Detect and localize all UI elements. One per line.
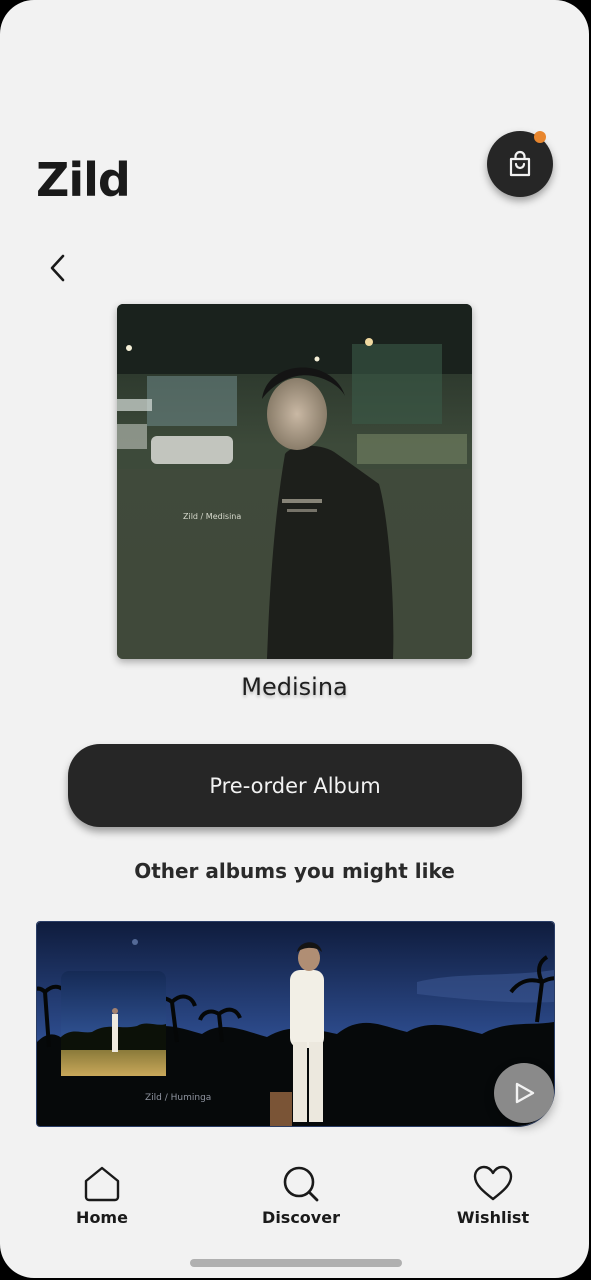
recommended-album-art: Zild / Huminga (37, 922, 554, 1126)
play-icon (515, 1082, 535, 1104)
recommended-album-card[interactable]: Zild / Huminga (36, 921, 555, 1127)
album-cover-art: Zild / Medisina (117, 304, 472, 659)
nav-item-home[interactable]: Home (32, 1164, 172, 1227)
nav-item-discover[interactable]: Discover (231, 1164, 371, 1227)
shopping-bag-icon (509, 150, 531, 177)
cart-notification-badge (534, 131, 546, 143)
nav-label-discover: Discover (262, 1208, 340, 1227)
back-button[interactable] (38, 248, 78, 288)
recommended-album-caption: Zild / Huminga (145, 1093, 211, 1103)
preorder-album-button[interactable]: Pre-order Album (68, 744, 522, 827)
play-button[interactable] (494, 1063, 554, 1123)
app-screen: Zild Zild / Medisina Medisina Pre-order … (0, 0, 589, 1278)
nav-item-wishlist[interactable]: Wishlist (423, 1164, 563, 1227)
mini-album-cover (61, 971, 166, 1076)
chevron-left-icon (50, 254, 65, 282)
search-icon (283, 1166, 319, 1202)
artist-title: Zild (36, 153, 131, 207)
album-cover-caption: Zild / Medisina (183, 512, 241, 521)
heart-icon (473, 1165, 513, 1201)
home-icon (84, 1166, 120, 1202)
home-indicator[interactable] (190, 1259, 402, 1267)
nav-label-wishlist: Wishlist (456, 1208, 530, 1227)
album-title: Medisina (241, 673, 348, 701)
other-albums-heading: Other albums you might like (134, 859, 455, 883)
album-cover: Zild / Medisina (117, 304, 472, 659)
nav-label-home: Home (76, 1208, 128, 1227)
